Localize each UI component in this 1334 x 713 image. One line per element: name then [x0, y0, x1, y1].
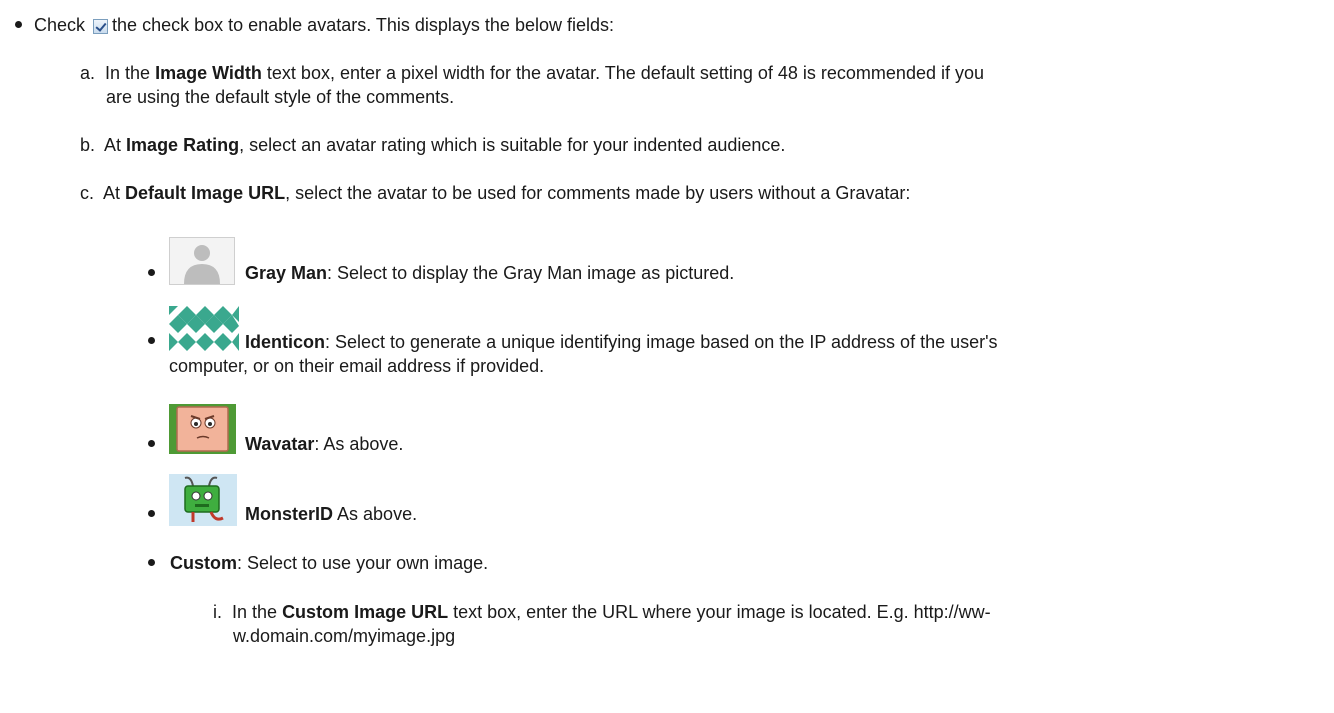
- item-a-line-2: are using the default style of the comme…: [106, 86, 454, 108]
- intro-prefix: Check: [34, 15, 86, 35]
- gray-man-icon: [169, 237, 235, 285]
- wavatar-icon: [169, 404, 236, 454]
- item-a: a. In the Image Width text box, enter a …: [80, 62, 984, 84]
- custom-item-continuation: w.domain.com/myimage.jpg: [233, 626, 456, 646]
- identicon-icon: [169, 306, 239, 351]
- item-a-marker: a.: [80, 63, 96, 83]
- bullet: [148, 337, 155, 344]
- custom-desc: : Select to use your own image.: [237, 553, 489, 573]
- custom-item-marker: i.: [213, 602, 222, 622]
- identicon-line: Identicon: Select to generate a unique i…: [245, 331, 998, 353]
- checkbox-icon: [93, 19, 109, 34]
- wavatar-line: Wavatar: As above.: [245, 433, 403, 455]
- identicon-desc: : Select to generate a unique identifyin…: [325, 332, 998, 352]
- custom-image-url-label: Custom Image URL: [282, 602, 449, 622]
- item-a-text: In the: [105, 63, 156, 83]
- monsterid-icon: [169, 474, 237, 526]
- image-width-label: Image Width: [155, 63, 262, 83]
- item-a-text-2: text box, enter a pixel width for the av…: [261, 63, 984, 83]
- item-a-continuation: are using the default style of the comme…: [106, 87, 455, 107]
- identicon-name: Identicon: [245, 332, 325, 352]
- custom-item-line-2: w.domain.com/myimage.jpg: [233, 625, 455, 647]
- bullet: [15, 21, 22, 28]
- custom-item-text-2: text box, enter the URL where your image…: [448, 602, 991, 622]
- monsterid-name: MonsterID: [245, 504, 334, 524]
- bullet: [148, 440, 155, 447]
- wavatar-name: Wavatar: [245, 434, 315, 454]
- bullet: [148, 269, 155, 276]
- monsterid-desc: As above.: [333, 504, 418, 524]
- gray-man-name: Gray Man: [245, 263, 328, 283]
- image-rating-label: Image Rating: [126, 135, 240, 155]
- intro-suffix: the check box to enable avatars. This di…: [112, 15, 614, 35]
- bullet: [148, 559, 155, 566]
- custom-item-i: i. In the Custom Image URL text box, ent…: [213, 601, 991, 623]
- custom-name: Custom: [170, 553, 237, 573]
- identicon-line-2: computer, or on their email address if p…: [169, 355, 544, 377]
- item-c-text: At: [103, 183, 126, 203]
- gray-man-line: Gray Man: Select to display the Gray Man…: [245, 262, 734, 284]
- item-b: b. At Image Rating, select an avatar rat…: [80, 134, 785, 156]
- item-b-text-2: , select an avatar rating which is suita…: [239, 135, 786, 155]
- item-c-text-2: , select the avatar to be used for comme…: [285, 183, 911, 203]
- identicon-continuation: computer, or on their email address if p…: [169, 356, 545, 376]
- intro-line: Check the check box to enable avatars. T…: [34, 14, 614, 36]
- item-b-marker: b.: [80, 135, 96, 155]
- item-c: c. At Default Image URL, select the avat…: [80, 182, 910, 204]
- wavatar-desc: : As above.: [314, 434, 404, 454]
- item-b-text: At: [104, 135, 127, 155]
- item-c-marker: c.: [80, 183, 95, 203]
- default-image-url-label: Default Image URL: [125, 183, 286, 203]
- bullet: [148, 510, 155, 517]
- monsterid-line: MonsterID As above.: [245, 503, 417, 525]
- gray-man-desc: : Select to display the Gray Man image a…: [327, 263, 735, 283]
- custom-line: Custom: Select to use your own image.: [170, 552, 488, 574]
- custom-item-text: In the: [232, 602, 283, 622]
